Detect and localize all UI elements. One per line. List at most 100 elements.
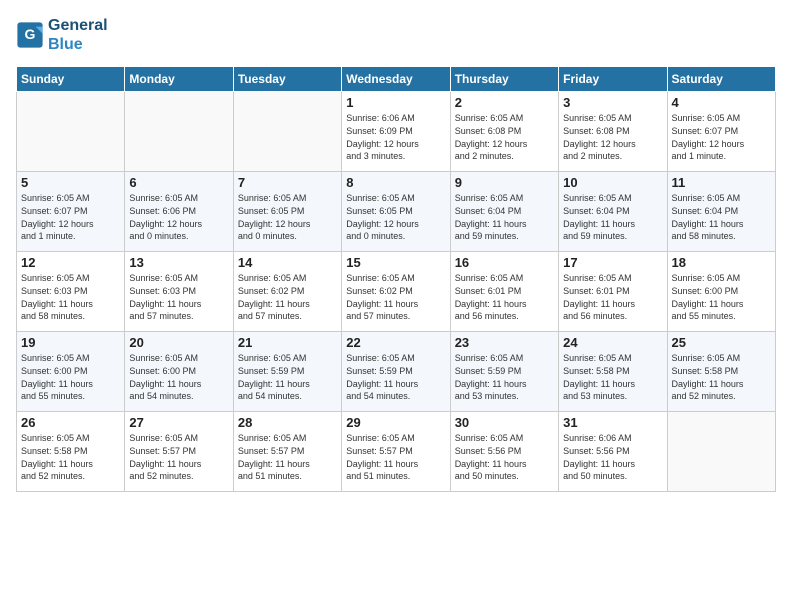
calendar-day-cell: 29 Sunrise: 6:05 AM Sunset: 5:57 PM Dayli… — [342, 412, 450, 492]
day-number: 4 — [672, 95, 771, 110]
weekday-header-cell: Tuesday — [233, 67, 341, 92]
calendar-day-cell: 20 Sunrise: 6:05 AM Sunset: 6:00 PM Dayli… — [125, 332, 233, 412]
day-number: 17 — [563, 255, 662, 270]
calendar-week-row: 26 Sunrise: 6:05 AM Sunset: 5:58 PM Dayli… — [17, 412, 776, 492]
calendar-day-cell: 4Sunrise: 6:05 AM Sunset: 6:07 PM Daylig… — [667, 92, 775, 172]
day-number: 29 — [346, 415, 445, 430]
calendar-day-cell: 28 Sunrise: 6:05 AM Sunset: 5:57 PM Dayli… — [233, 412, 341, 492]
day-info: Sunrise: 6:05 AM Sunset: 6:02 PM Dayligh… — [238, 272, 337, 322]
calendar-day-cell: 19 Sunrise: 6:05 AM Sunset: 6:00 PM Dayli… — [17, 332, 125, 412]
calendar-day-cell: 6 Sunrise: 6:05 AM Sunset: 6:06 PM Daylig… — [125, 172, 233, 252]
day-number: 9 — [455, 175, 554, 190]
calendar-day-cell — [667, 412, 775, 492]
day-number: 16 — [455, 255, 554, 270]
calendar-day-cell: 13Sunrise: 6:05 AM Sunset: 6:03 PM Dayli… — [125, 252, 233, 332]
calendar-day-cell: 22 Sunrise: 6:05 AM Sunset: 5:59 PM Dayli… — [342, 332, 450, 412]
calendar-day-cell: 2Sunrise: 6:05 AM Sunset: 6:08 PM Daylig… — [450, 92, 558, 172]
day-info: Sunrise: 6:05 AM Sunset: 6:04 PM Dayligh… — [672, 192, 771, 242]
calendar-day-cell: 1Sunrise: 6:06 AM Sunset: 6:09 PM Daylig… — [342, 92, 450, 172]
day-number: 19 — [21, 335, 120, 350]
day-info: Sunrise: 6:05 AM Sunset: 6:03 PM Dayligh… — [129, 272, 228, 322]
calendar-day-cell: 23 Sunrise: 6:05 AM Sunset: 5:59 PM Dayli… — [450, 332, 558, 412]
calendar-week-row: 12 Sunrise: 6:05 AM Sunset: 6:03 PM Dayli… — [17, 252, 776, 332]
day-info: Sunrise: 6:05 AM Sunset: 5:58 PM Dayligh… — [21, 432, 120, 482]
calendar-day-cell: 12Sunrise: 6:05 AM Sunset: 6:03 PM Dayli… — [17, 252, 125, 332]
day-info: Sunrise: 6:05 AM Sunset: 5:56 PM Dayligh… — [455, 432, 554, 482]
day-number: 28 — [238, 415, 337, 430]
day-info: Sunrise: 6:05 AM Sunset: 5:57 PM Dayligh… — [238, 432, 337, 482]
calendar-day-cell: 30 Sunrise: 6:05 AM Sunset: 5:56 PM Dayli… — [450, 412, 558, 492]
calendar-day-cell: 17 Sunrise: 6:05 AM Sunset: 6:01 PM Dayli… — [559, 252, 667, 332]
day-number: 30 — [455, 415, 554, 430]
calendar-body: 1Sunrise: 6:06 AM Sunset: 6:09 PM Daylig… — [17, 92, 776, 492]
day-info: Sunrise: 6:05 AM Sunset: 5:58 PM Dayligh… — [672, 352, 771, 402]
calendar-day-cell: 11 Sunrise: 6:05 AM Sunset: 6:04 PM Dayli… — [667, 172, 775, 252]
calendar-day-cell — [233, 92, 341, 172]
calendar-day-cell: 18Sunrise: 6:05 AM Sunset: 6:00 PM Dayli… — [667, 252, 775, 332]
weekday-header-cell: Saturday — [667, 67, 775, 92]
weekday-header-cell: Friday — [559, 67, 667, 92]
calendar-day-cell: 27 Sunrise: 6:05 AM Sunset: 5:57 PM Dayli… — [125, 412, 233, 492]
calendar-week-row: 1Sunrise: 6:06 AM Sunset: 6:09 PM Daylig… — [17, 92, 776, 172]
day-number: 23 — [455, 335, 554, 350]
day-number: 20 — [129, 335, 228, 350]
day-info: Sunrise: 6:05 AM Sunset: 5:59 PM Dayligh… — [346, 352, 445, 402]
calendar-table: SundayMondayTuesdayWednesdayThursdayFrid… — [16, 66, 776, 492]
day-number: 2 — [455, 95, 554, 110]
day-number: 27 — [129, 415, 228, 430]
day-number: 7 — [238, 175, 337, 190]
calendar-day-cell — [125, 92, 233, 172]
day-number: 8 — [346, 175, 445, 190]
calendar-day-cell: 16 Sunrise: 6:05 AM Sunset: 6:01 PM Dayli… — [450, 252, 558, 332]
day-info: Sunrise: 6:06 AM Sunset: 6:09 PM Dayligh… — [346, 112, 445, 162]
weekday-header-cell: Sunday — [17, 67, 125, 92]
day-info: Sunrise: 6:05 AM Sunset: 6:00 PM Dayligh… — [129, 352, 228, 402]
weekday-header-row: SundayMondayTuesdayWednesdayThursdayFrid… — [17, 67, 776, 92]
calendar-day-cell: 31 Sunrise: 6:06 AM Sunset: 5:56 PM Dayli… — [559, 412, 667, 492]
day-number: 15 — [346, 255, 445, 270]
calendar-day-cell: 9Sunrise: 6:05 AM Sunset: 6:04 PM Daylig… — [450, 172, 558, 252]
calendar-week-row: 5 Sunrise: 6:05 AM Sunset: 6:07 PM Daylig… — [17, 172, 776, 252]
day-number: 25 — [672, 335, 771, 350]
day-info: Sunrise: 6:05 AM Sunset: 5:58 PM Dayligh… — [563, 352, 662, 402]
day-info: Sunrise: 6:06 AM Sunset: 5:56 PM Dayligh… — [563, 432, 662, 482]
day-info: Sunrise: 6:05 AM Sunset: 5:57 PM Dayligh… — [346, 432, 445, 482]
day-info: Sunrise: 6:05 AM Sunset: 5:59 PM Dayligh… — [455, 352, 554, 402]
calendar-day-cell: 15 Sunrise: 6:05 AM Sunset: 6:02 PM Dayli… — [342, 252, 450, 332]
day-info: Sunrise: 6:05 AM Sunset: 6:00 PM Dayligh… — [21, 352, 120, 402]
logo-icon: G — [16, 21, 44, 49]
day-info: Sunrise: 6:05 AM Sunset: 6:01 PM Dayligh… — [455, 272, 554, 322]
page-container: G General Blue SundayMondayTuesdayWednes… — [0, 0, 792, 502]
day-info: Sunrise: 6:05 AM Sunset: 6:01 PM Dayligh… — [563, 272, 662, 322]
day-number: 3 — [563, 95, 662, 110]
logo-text-top: General — [48, 16, 108, 35]
page-header: G General Blue — [16, 16, 776, 54]
day-info: Sunrise: 6:05 AM Sunset: 6:04 PM Dayligh… — [563, 192, 662, 242]
day-number: 6 — [129, 175, 228, 190]
day-number: 5 — [21, 175, 120, 190]
day-info: Sunrise: 6:05 AM Sunset: 6:08 PM Dayligh… — [563, 112, 662, 162]
day-info: Sunrise: 6:05 AM Sunset: 6:07 PM Dayligh… — [21, 192, 120, 242]
calendar-day-cell: 25 Sunrise: 6:05 AM Sunset: 5:58 PM Dayli… — [667, 332, 775, 412]
weekday-header-cell: Wednesday — [342, 67, 450, 92]
calendar-day-cell: 10Sunrise: 6:05 AM Sunset: 6:04 PM Dayli… — [559, 172, 667, 252]
calendar-day-cell — [17, 92, 125, 172]
day-info: Sunrise: 6:05 AM Sunset: 5:57 PM Dayligh… — [129, 432, 228, 482]
day-info: Sunrise: 6:05 AM Sunset: 6:02 PM Dayligh… — [346, 272, 445, 322]
day-info: Sunrise: 6:05 AM Sunset: 6:05 PM Dayligh… — [238, 192, 337, 242]
calendar-day-cell: 3 Sunrise: 6:05 AM Sunset: 6:08 PM Daylig… — [559, 92, 667, 172]
calendar-day-cell: 21Sunrise: 6:05 AM Sunset: 5:59 PM Dayli… — [233, 332, 341, 412]
day-info: Sunrise: 6:05 AM Sunset: 6:00 PM Dayligh… — [672, 272, 771, 322]
day-number: 11 — [672, 175, 771, 190]
logo: G General Blue — [16, 16, 108, 54]
day-number: 22 — [346, 335, 445, 350]
day-info: Sunrise: 6:05 AM Sunset: 6:06 PM Dayligh… — [129, 192, 228, 242]
calendar-day-cell: 26 Sunrise: 6:05 AM Sunset: 5:58 PM Dayli… — [17, 412, 125, 492]
day-number: 31 — [563, 415, 662, 430]
calendar-day-cell: 8Sunrise: 6:05 AM Sunset: 6:05 PM Daylig… — [342, 172, 450, 252]
day-number: 14 — [238, 255, 337, 270]
calendar-day-cell: 24Sunrise: 6:05 AM Sunset: 5:58 PM Dayli… — [559, 332, 667, 412]
day-number: 12 — [21, 255, 120, 270]
day-number: 26 — [21, 415, 120, 430]
weekday-header-cell: Monday — [125, 67, 233, 92]
